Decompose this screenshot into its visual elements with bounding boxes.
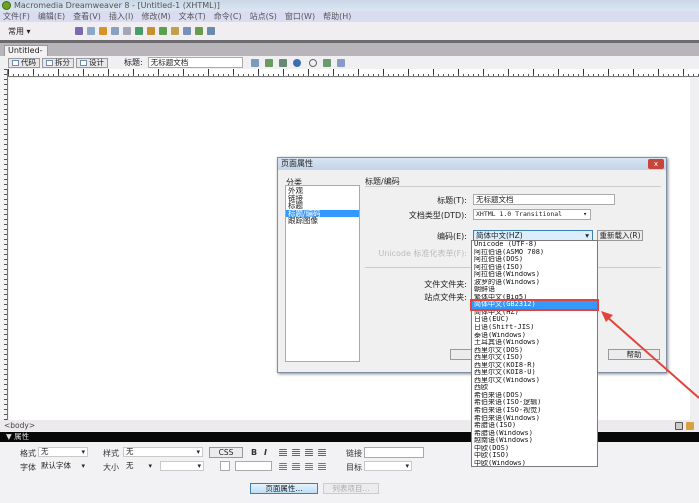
annotation-arrow: [601, 311, 699, 399]
arrow-line: [605, 315, 699, 399]
